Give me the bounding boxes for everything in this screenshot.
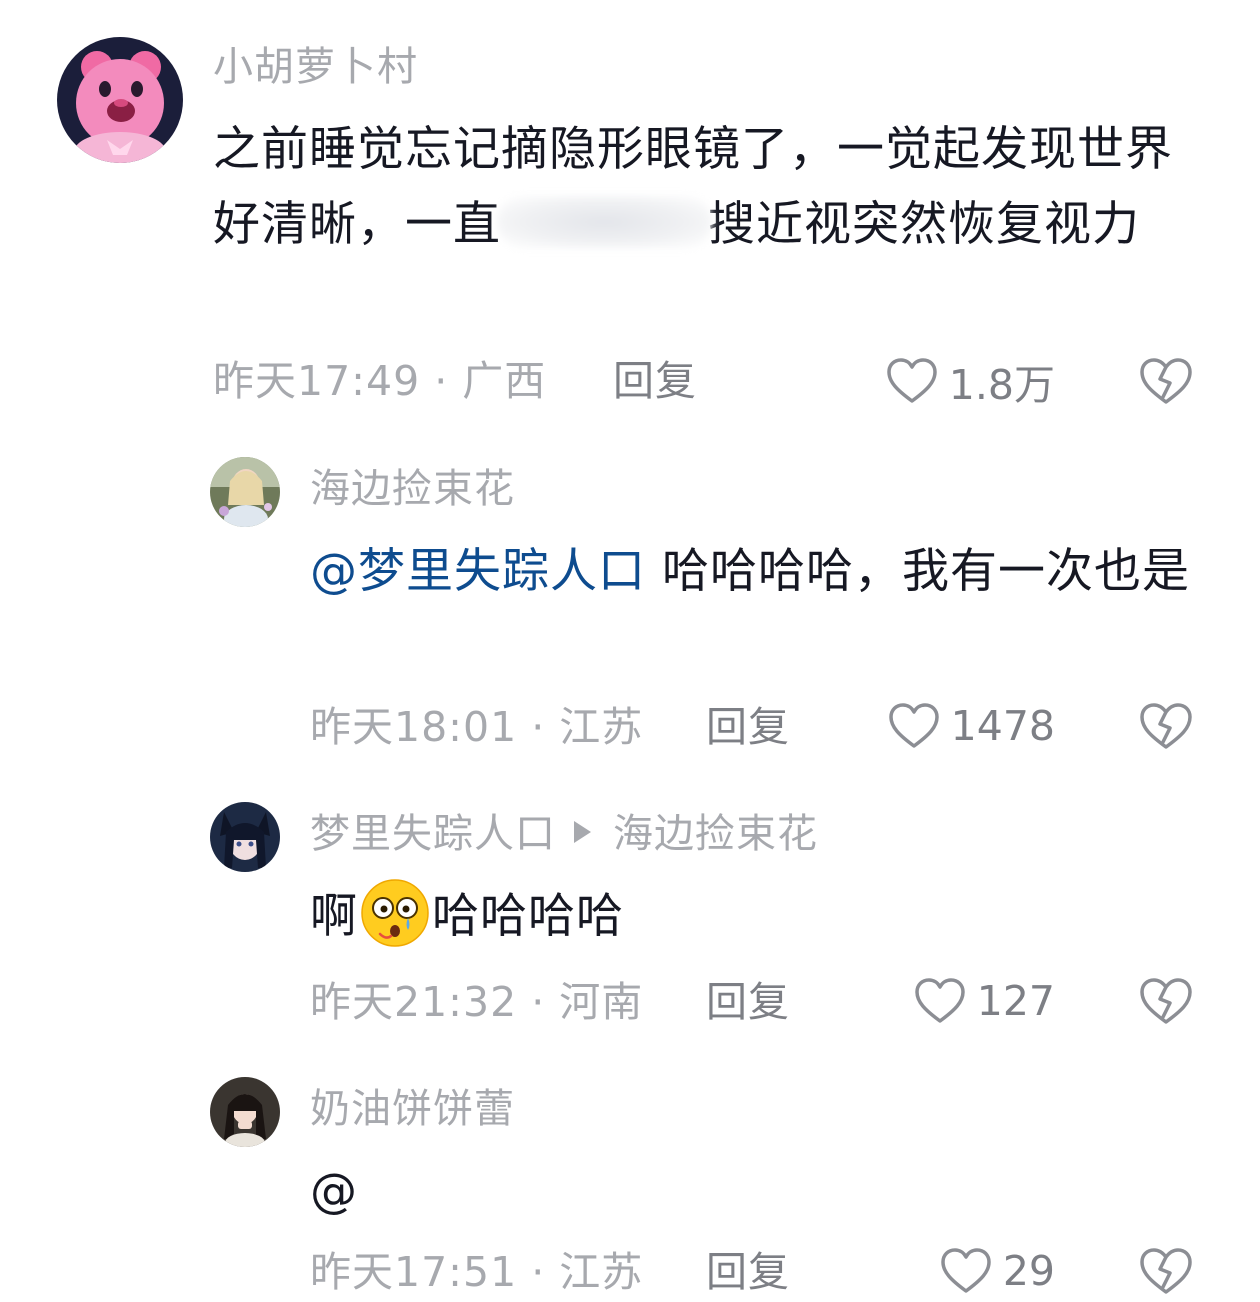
avatar[interactable] bbox=[210, 802, 280, 872]
comment-meta: 昨天21:32 · 河南 bbox=[310, 978, 643, 1026]
comment-text: 之前睡觉忘记摘隐形眼镜了，一觉起发现世界好清晰，一直 搜近视突然恢复视力 bbox=[213, 112, 1193, 262]
comment-username[interactable]: 奶油饼饼蕾 bbox=[310, 1086, 515, 1132]
like-count: 1.8万 bbox=[948, 361, 1055, 409]
broken-heart-icon bbox=[1140, 978, 1192, 1024]
meta-separator: · bbox=[517, 978, 560, 1026]
comment-meta: 昨天18:01 · 江苏 bbox=[310, 703, 643, 751]
mention-link[interactable]: @梦里失踪人口 bbox=[310, 544, 646, 599]
reply-arrow-icon bbox=[574, 821, 591, 843]
reply-button[interactable]: 回复 bbox=[706, 703, 790, 751]
like-count: 29 bbox=[1002, 1247, 1055, 1295]
reply-button[interactable]: 回复 bbox=[706, 1248, 790, 1296]
comment-text: 啊 哈哈哈哈 bbox=[310, 878, 1190, 954]
blurred-text bbox=[497, 196, 712, 248]
meta-separator: · bbox=[420, 357, 463, 405]
avatar[interactable] bbox=[210, 457, 280, 527]
dislike-button[interactable] bbox=[1138, 700, 1194, 752]
comment-location: 广西 bbox=[462, 357, 547, 405]
comment-time: 昨天17:49 bbox=[213, 357, 421, 405]
comment-text-part: 哈哈哈哈，我有一次也是 bbox=[646, 544, 1190, 599]
reply-button[interactable]: 回复 bbox=[706, 978, 790, 1026]
comment-text-part: 啊 bbox=[310, 889, 358, 944]
dislike-button[interactable] bbox=[1138, 1245, 1194, 1297]
reply-target[interactable]: 海边捡束花 bbox=[613, 811, 818, 857]
like-count: 127 bbox=[976, 977, 1055, 1025]
avatar[interactable] bbox=[57, 37, 183, 163]
comment-username: 梦里失踪人口 海边捡束花 bbox=[310, 811, 818, 857]
broken-heart-icon bbox=[1140, 1248, 1192, 1294]
comment-time: 昨天21:32 bbox=[310, 978, 518, 1026]
comment-username[interactable]: 小胡萝卜村 bbox=[213, 44, 418, 90]
heart-outline-icon bbox=[888, 703, 939, 748]
dislike-button[interactable] bbox=[1138, 975, 1194, 1027]
heart-outline-icon bbox=[887, 358, 937, 403]
comment-text-part: 哈哈哈哈 bbox=[432, 889, 624, 944]
like-button[interactable]: 1478 bbox=[887, 698, 1055, 754]
comment-location: 河南 bbox=[559, 978, 644, 1026]
like-button[interactable]: 1.8万 bbox=[885, 353, 1055, 409]
avatar[interactable] bbox=[210, 1077, 280, 1147]
meta-separator: · bbox=[517, 1248, 560, 1296]
like-button[interactable]: 29 bbox=[939, 1243, 1055, 1299]
like-button[interactable]: 127 bbox=[913, 973, 1055, 1029]
heart-outline-icon bbox=[914, 978, 965, 1023]
broken-heart-icon bbox=[1140, 703, 1192, 749]
reply-author[interactable]: 梦里失踪人口 bbox=[310, 811, 556, 857]
comment-text: @ bbox=[310, 1154, 1190, 1229]
meta-separator: · bbox=[517, 703, 560, 751]
astonished-face-emoji bbox=[361, 879, 429, 947]
comment-time: 昨天18:01 bbox=[310, 703, 518, 751]
comment-text: @梦里失踪人口 哈哈哈哈，我有一次也是 bbox=[310, 534, 1190, 609]
broken-heart-icon bbox=[1140, 358, 1192, 404]
comment-location: 江苏 bbox=[559, 703, 644, 751]
comment-time: 昨天17:51 bbox=[310, 1248, 518, 1296]
comment-text-part: 搜近视突然恢复视力 bbox=[708, 197, 1140, 252]
comment-text-part: @ bbox=[310, 1164, 358, 1219]
like-count: 1478 bbox=[950, 702, 1055, 750]
comment-location: 江苏 bbox=[559, 1248, 644, 1296]
comment-meta: 昨天17:51 · 江苏 bbox=[310, 1248, 643, 1296]
comment-meta: 昨天17:49 · 广西 bbox=[213, 357, 546, 405]
reply-button[interactable]: 回复 bbox=[613, 357, 697, 405]
dislike-button[interactable] bbox=[1138, 355, 1194, 407]
comment-username[interactable]: 海边捡束花 bbox=[310, 466, 515, 512]
heart-outline-icon bbox=[941, 1248, 991, 1293]
